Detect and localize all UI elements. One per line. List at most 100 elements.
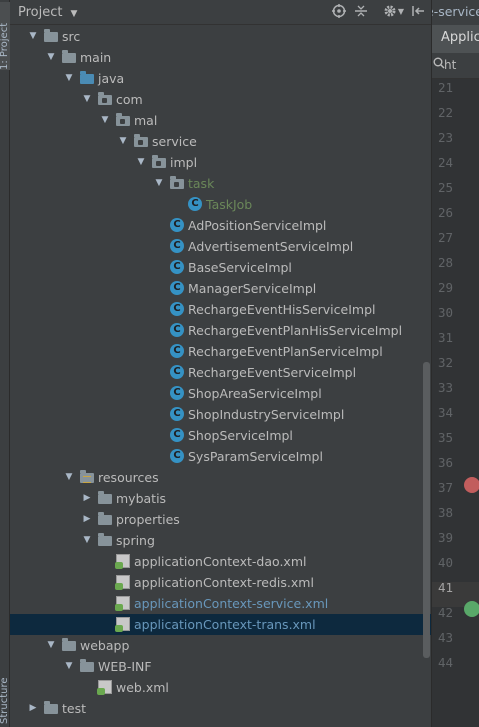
tree-item-class[interactable]: C RechargeEventPlanServiceImpl (10, 341, 431, 362)
tree-item-label: ShopIndustryServiceImpl (188, 407, 345, 422)
expand-down-icon[interactable]: ▼ (82, 89, 92, 110)
class-icon: C (170, 428, 184, 442)
line-number: 22 (438, 105, 454, 120)
tree-item-folder[interactable]: ▶ mybatis (10, 488, 431, 509)
class-icon: C (170, 323, 184, 337)
tree-item-file[interactable]: applicationContext-trans.xml (10, 614, 431, 635)
line-number: 28 (438, 255, 454, 270)
tree-item-folder[interactable]: ▼ java (10, 68, 431, 89)
folder-icon (98, 512, 112, 525)
tree-item-label: mal (134, 113, 158, 128)
expand-down-icon[interactable]: ▼ (154, 173, 164, 194)
tree-item-class[interactable]: C ShopServiceImpl (10, 425, 431, 446)
tree-item-class[interactable]: C ShopIndustryServiceImpl (10, 404, 431, 425)
tree-item-label: src (62, 29, 81, 44)
tree-item-folder[interactable]: ▼ main (10, 47, 431, 68)
line-number: 36 (438, 455, 454, 470)
tree-item-class[interactable]: C ShopAreaServiceImpl (10, 383, 431, 404)
tree-item-label: spring (116, 533, 155, 548)
gear-dropdown-icon[interactable]: ▼ (396, 4, 406, 20)
line-number: 41 (438, 580, 454, 595)
tree-item-file[interactable]: applicationContext-dao.xml (10, 551, 431, 572)
tree-item-folder[interactable]: ▼ com (10, 89, 431, 110)
tree-item-folder[interactable]: ▼ task (10, 173, 431, 194)
line-number: 23 (438, 130, 454, 145)
line-number: 29 (438, 280, 454, 295)
tree-item-class[interactable]: C TaskJob (10, 194, 431, 215)
tree-item-folder[interactable]: ▼ WEB-INF (10, 656, 431, 677)
line-number: 31 (438, 330, 454, 345)
package-icon (116, 113, 130, 126)
expand-down-icon[interactable]: ▼ (64, 68, 74, 89)
expand-right-icon[interactable]: ▶ (82, 509, 92, 530)
tree-item-folder[interactable]: ▼ spring (10, 530, 431, 551)
tree-item-folder[interactable]: ▼ mal (10, 110, 431, 131)
xml-file-icon (97, 680, 112, 695)
tree-item-label: TaskJob (206, 197, 253, 212)
search-input[interactable]: ht (444, 58, 456, 72)
project-tree[interactable]: ▼ src ▼ main ▼ java ▼ com ▼ mal ▼ service ▼ impl ▼ task… (10, 26, 431, 727)
expand-down-icon[interactable]: ▼ (82, 530, 92, 551)
editor-tab-label: Applic (441, 30, 479, 45)
tree-item-class[interactable]: C RechargeEventPlanHisServiceImpl (10, 320, 431, 341)
tree-item-file[interactable]: applicationContext-service.xml (10, 593, 431, 614)
line-number: 33 (438, 380, 454, 395)
tree-item-folder[interactable]: ▶ properties (10, 509, 431, 530)
project-tool-window-button[interactable]: 1: Project (0, 2, 10, 70)
expand-down-icon[interactable]: ▼ (28, 26, 38, 47)
override-marker-icon[interactable] (464, 477, 479, 493)
tree-item-class[interactable]: C RechargeEventHisServiceImpl (10, 299, 431, 320)
tree-item-file[interactable]: applicationContext-redis.xml (10, 572, 431, 593)
tree-item-label: applicationContext-dao.xml (134, 554, 307, 569)
expand-down-icon[interactable]: ▼ (64, 467, 74, 488)
line-number: 39 (438, 530, 454, 545)
line-number: 30 (438, 305, 454, 320)
chevron-down-icon: ▼ (70, 9, 78, 19)
spring-bean-marker-icon[interactable] (464, 601, 479, 617)
tree-item-label: impl (170, 155, 198, 170)
expand-down-icon[interactable]: ▼ (46, 635, 56, 656)
tree-item-class[interactable]: C ManagerServiceImpl (10, 278, 431, 299)
tree-scrollbar[interactable] (423, 362, 430, 658)
tree-item-label: RechargeEventHisServiceImpl (188, 302, 376, 317)
target-icon[interactable] (331, 4, 347, 20)
tree-item-class[interactable]: C AdPositionServiceImpl (10, 215, 431, 236)
folder-icon (98, 491, 112, 504)
expand-down-icon[interactable]: ▼ (136, 152, 146, 173)
package-icon (134, 134, 148, 147)
tree-item-label: AdvertisementServiceImpl (188, 239, 354, 254)
tree-item-folder[interactable]: ▼ impl (10, 152, 431, 173)
editor-tab-service[interactable]: e-service (432, 4, 479, 19)
expand-right-icon[interactable]: ▶ (82, 488, 92, 509)
tree-item-folder[interactable]: ▼ webapp (10, 635, 431, 656)
class-icon: C (170, 344, 184, 358)
expand-down-icon[interactable]: ▼ (64, 656, 74, 677)
class-icon: C (170, 449, 184, 463)
expand-down-icon[interactable]: ▼ (118, 131, 128, 152)
class-icon: C (170, 365, 184, 379)
tree-item-file[interactable]: web.xml (10, 677, 431, 698)
tree-item-class[interactable]: C RechargeEventServiceImpl (10, 362, 431, 383)
tree-item-folder[interactable]: ▼ service (10, 131, 431, 152)
editor-tab-active[interactable]: Applic (432, 25, 479, 53)
class-icon: C (170, 218, 184, 232)
tree-item-class[interactable]: C AdvertisementServiceImpl (10, 236, 431, 257)
expand-down-icon[interactable]: ▼ (100, 110, 110, 131)
line-number: 26 (438, 205, 454, 220)
tree-item-folder[interactable]: ▼ src (10, 26, 431, 47)
editor-search-bar[interactable]: ht (432, 53, 479, 79)
tree-item-label: java (98, 71, 125, 86)
hide-panel-icon[interactable] (410, 4, 426, 20)
tree-item-class[interactable]: C SysParamServiceImpl (10, 446, 431, 467)
tree-item-class[interactable]: C BaseServiceImpl (10, 257, 431, 278)
expand-right-icon[interactable]: ▶ (28, 698, 38, 719)
tree-item-folder[interactable]: ▶ test (10, 698, 431, 719)
structure-tool-window-button[interactable]: Structure (0, 660, 10, 724)
expand-down-icon[interactable]: ▼ (46, 47, 56, 68)
package-dot (174, 182, 179, 187)
package-icon (170, 176, 184, 189)
project-view-selector[interactable]: Project ▼ (18, 5, 77, 20)
tree-item-folder[interactable]: ▼ resources (10, 467, 431, 488)
tree-item-label: webapp (80, 638, 130, 653)
collapse-all-icon[interactable] (353, 4, 369, 20)
